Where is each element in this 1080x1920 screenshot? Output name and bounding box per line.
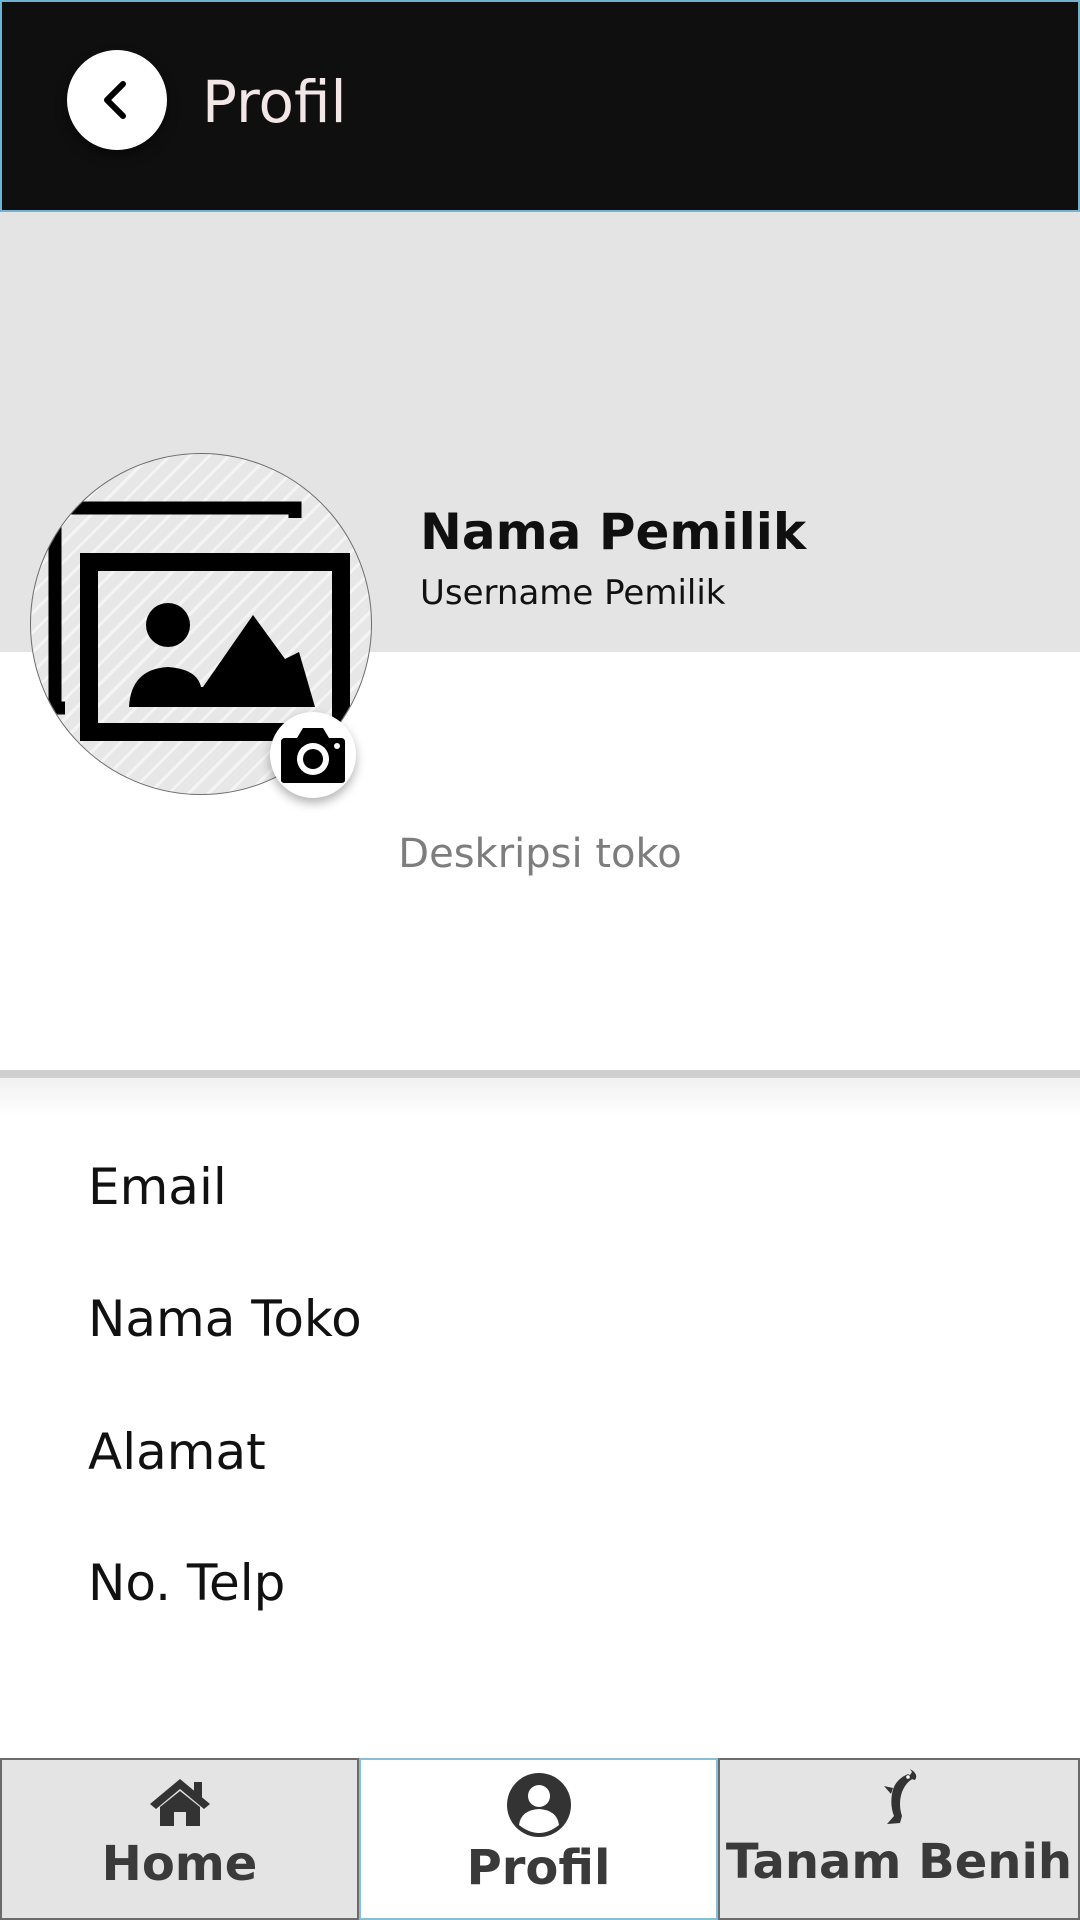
change-photo-button[interactable] xyxy=(270,712,356,798)
page-title: Profil xyxy=(202,68,347,136)
store-name-field[interactable]: Nama Toko xyxy=(88,1287,362,1351)
email-field[interactable]: Email xyxy=(88,1155,227,1219)
owner-username: Username Pemilik xyxy=(420,573,726,613)
nav-home-label: Home xyxy=(101,1836,258,1892)
home-icon xyxy=(149,1779,210,1826)
owner-name: Nama Pemilik xyxy=(420,503,807,561)
divider-shadow xyxy=(0,1078,1080,1118)
app-header: Profil xyxy=(0,0,1080,212)
nav-home[interactable]: Home xyxy=(0,1758,359,1920)
address-field[interactable]: Alamat xyxy=(88,1420,266,1484)
section-divider xyxy=(0,1070,1080,1078)
bottom-nav: Home Profil Tanam Benih xyxy=(0,1758,1080,1920)
nav-profil-label: Profil xyxy=(466,1840,611,1896)
nav-tanam-benih-label: Tanam Benih xyxy=(725,1834,1073,1890)
nav-profil[interactable]: Profil xyxy=(359,1758,718,1920)
camera-icon xyxy=(281,728,345,783)
nav-tanam-benih[interactable]: Tanam Benih xyxy=(718,1758,1080,1920)
store-description[interactable]: Deskripsi toko xyxy=(0,826,1080,882)
phone-field[interactable]: No. Telp xyxy=(88,1551,285,1615)
back-button[interactable] xyxy=(67,50,167,150)
user-icon xyxy=(506,1773,571,1837)
fish-icon xyxy=(884,1769,917,1824)
chevron-left-icon xyxy=(104,81,126,119)
